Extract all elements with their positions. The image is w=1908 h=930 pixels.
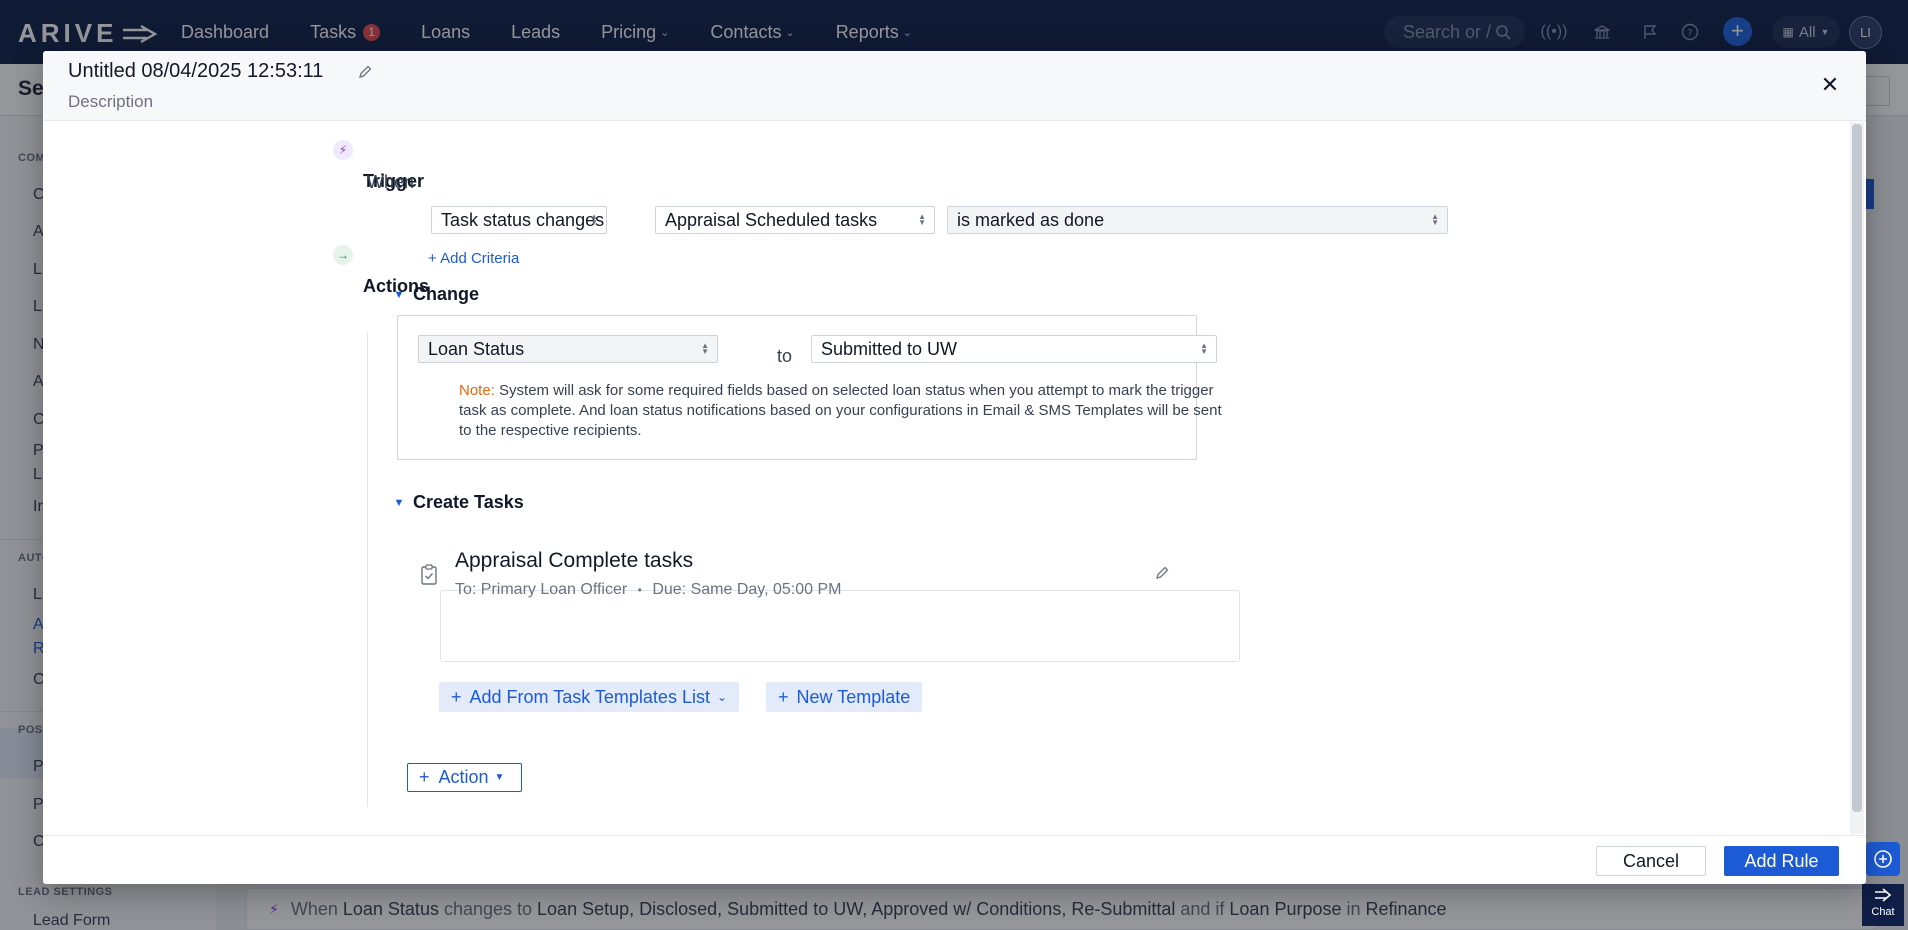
floating-add-button[interactable] bbox=[1866, 842, 1900, 876]
modal-footer-divider bbox=[43, 835, 1866, 836]
button-label: Add From Task Templates List bbox=[469, 686, 710, 707]
sort-arrows-icon: ▲ ▼ bbox=[590, 212, 598, 227]
change-field-select[interactable]: Loan Status ▲ ▼ bbox=[418, 335, 718, 363]
separator-dot: • bbox=[637, 583, 642, 597]
arrow-right-icon: → bbox=[333, 245, 353, 265]
collapse-caret-icon[interactable]: ▼ bbox=[391, 495, 407, 511]
edit-task-icon[interactable] bbox=[1154, 565, 1172, 583]
plus-icon: + bbox=[419, 767, 430, 787]
task-assignee: To: Primary Loan Officer bbox=[455, 581, 628, 598]
chat-button[interactable]: Chat bbox=[1862, 884, 1904, 926]
select-value: Task status changes bbox=[441, 209, 605, 230]
select-value: Loan Status bbox=[428, 338, 525, 359]
plus-circle-icon bbox=[1874, 850, 1892, 868]
trigger-condition-select[interactable]: is marked as done ▲ ▼ bbox=[947, 206, 1448, 234]
add-criteria-link[interactable]: + Add Criteria bbox=[428, 250, 519, 267]
when-label: When bbox=[367, 172, 415, 192]
sort-arrows-icon: ▲ ▼ bbox=[701, 341, 709, 356]
close-icon[interactable]: ✕ bbox=[1818, 73, 1842, 97]
cancel-button[interactable]: Cancel bbox=[1596, 846, 1706, 876]
select-value: Submitted to UW bbox=[821, 338, 958, 359]
bolt-icon: ⚡ bbox=[333, 140, 353, 160]
sort-arrows-icon: ▲ ▼ bbox=[918, 212, 926, 227]
change-heading: Change bbox=[413, 284, 480, 304]
chevron-down-icon: ⌄ bbox=[716, 690, 728, 704]
modal-header: Untitled 08/04/2025 12:53:11 Description… bbox=[43, 51, 1866, 121]
add-criteria-label: Add Criteria bbox=[440, 250, 520, 267]
clipboard-check-icon bbox=[420, 564, 438, 586]
task-title: Appraisal Complete tasks bbox=[455, 549, 694, 572]
chat-label: Chat bbox=[1871, 906, 1895, 918]
button-label: New Template bbox=[796, 686, 911, 707]
select-value: is marked as done bbox=[957, 209, 1105, 230]
actions-guide-line bbox=[367, 333, 368, 807]
note-text: System will ask for some required fields… bbox=[459, 382, 1222, 439]
plus-icon: + bbox=[428, 250, 437, 267]
task-due: Due: Same Day, 05:00 PM bbox=[652, 581, 842, 598]
change-value-select[interactable]: Submitted to UW ▲ ▼ bbox=[811, 335, 1217, 363]
caret-down-icon: ▼ bbox=[494, 772, 505, 783]
to-label: to bbox=[777, 346, 793, 366]
task-card[interactable] bbox=[440, 590, 1240, 662]
plus-icon: + bbox=[778, 686, 789, 707]
trigger-task-select[interactable]: Appraisal Scheduled tasks ▲ ▼ bbox=[655, 206, 935, 234]
select-value: Appraisal Scheduled tasks bbox=[665, 209, 878, 230]
loan-status-note: Note: System will ask for some required … bbox=[459, 381, 1229, 441]
chat-icon bbox=[1875, 888, 1892, 902]
add-action-button[interactable]: + Action ▼ bbox=[407, 763, 522, 792]
create-tasks-heading: Create Tasks bbox=[413, 492, 524, 512]
button-label: Action bbox=[438, 767, 489, 787]
sort-arrows-icon: ▲ ▼ bbox=[1200, 341, 1208, 356]
add-from-task-templates-button[interactable]: + Add From Task Templates List ⌄ bbox=[439, 682, 740, 712]
edit-title-icon[interactable] bbox=[357, 64, 377, 84]
collapse-caret-icon[interactable]: ▼ bbox=[391, 287, 407, 303]
task-meta: To: Primary Loan Officer • Due: Same Day… bbox=[455, 581, 841, 599]
modal-scrollbar-thumb[interactable] bbox=[1852, 124, 1862, 812]
add-rule-modal: Untitled 08/04/2025 12:53:11 Description… bbox=[43, 51, 1866, 884]
rule-description[interactable]: Description bbox=[68, 92, 153, 112]
sort-arrows-icon: ▲ ▼ bbox=[1431, 212, 1439, 227]
new-template-button[interactable]: + New Template bbox=[766, 682, 923, 712]
trigger-event-select[interactable]: Task status changes ▲ ▼ bbox=[431, 206, 607, 234]
note-prefix: Note: bbox=[459, 382, 495, 399]
add-rule-button[interactable]: Add Rule bbox=[1724, 846, 1839, 876]
plus-icon: + bbox=[451, 686, 462, 707]
rule-title: Untitled 08/04/2025 12:53:11 bbox=[68, 60, 324, 82]
